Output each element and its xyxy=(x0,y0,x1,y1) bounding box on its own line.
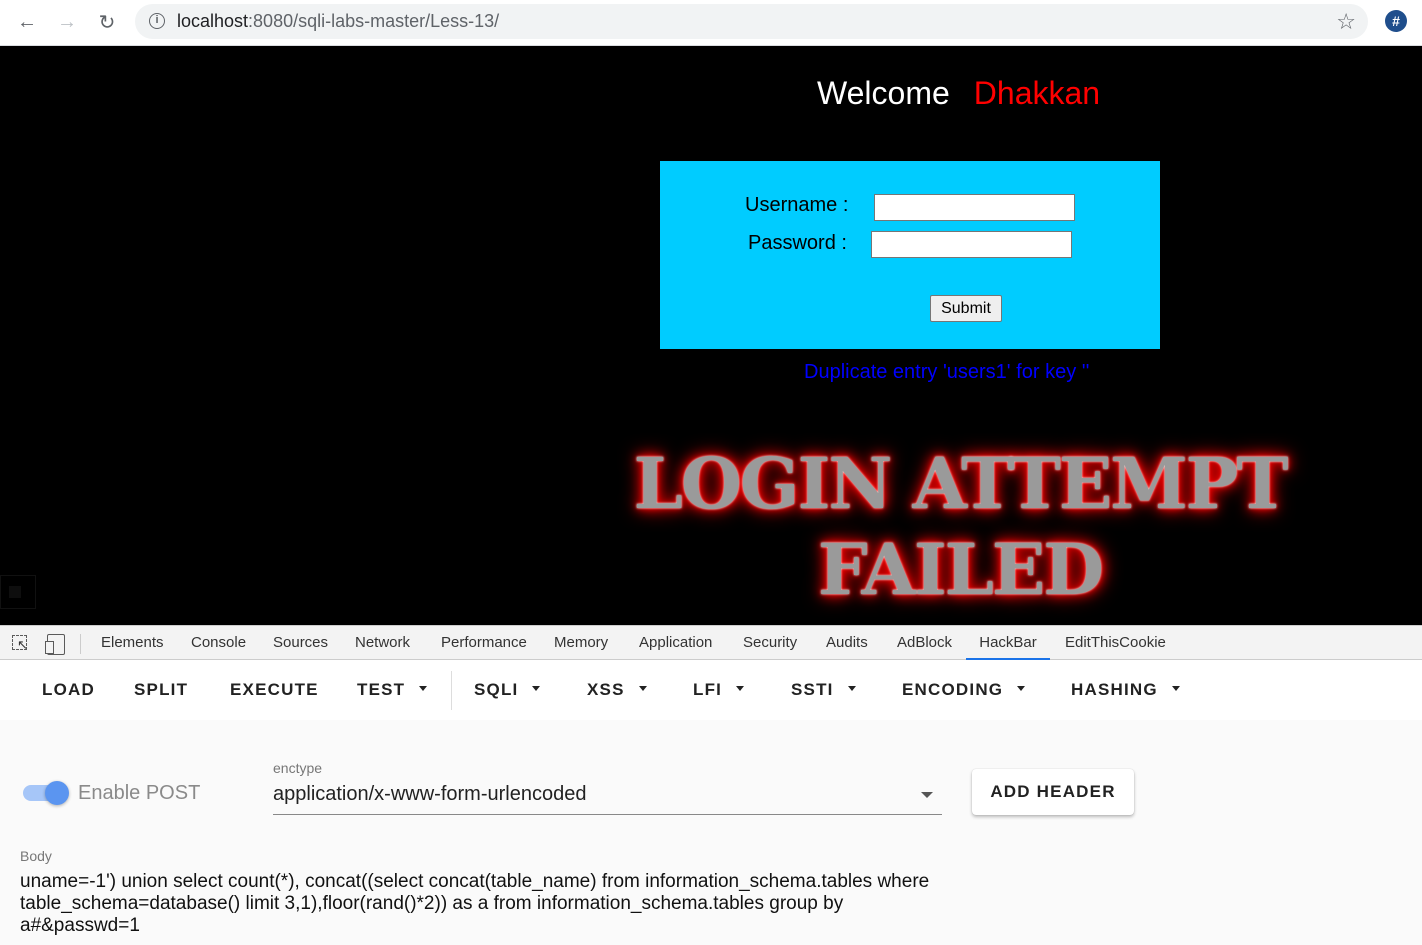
extension-hash-icon[interactable]: # xyxy=(1385,10,1407,32)
toolbar-divider xyxy=(451,671,452,710)
welcome-heading: Welcome Dhakkan xyxy=(817,75,1100,112)
tab-editthiscookie[interactable]: EditThisCookie xyxy=(1065,626,1166,660)
devtools-tab-bar: Elements Console Sources Network Perform… xyxy=(0,625,1422,660)
url-text[interactable]: localhost:8080/sqli-labs-master/Less-13/ xyxy=(177,11,499,32)
page-content: Welcome Dhakkan Username : Password : Sub… xyxy=(0,46,1422,625)
tab-network[interactable]: Network xyxy=(355,626,410,660)
hashing-menu-button[interactable]: HASHING xyxy=(1071,660,1180,720)
username-input[interactable] xyxy=(874,194,1075,221)
tab-console[interactable]: Console xyxy=(191,626,246,660)
tab-memory[interactable]: Memory xyxy=(554,626,608,660)
error-message: Duplicate entry 'users1' for key '' xyxy=(804,361,1090,383)
forward-arrow-icon[interactable]: → xyxy=(53,8,81,36)
welcome-word: Welcome xyxy=(817,75,950,111)
enctype-value: application/x-www-form-urlencoded xyxy=(273,783,587,805)
tab-performance[interactable]: Performance xyxy=(441,626,527,660)
tab-adblock[interactable]: AdBlock xyxy=(897,626,952,660)
test-menu-button[interactable]: TEST xyxy=(357,660,428,720)
enctype-label: enctype xyxy=(273,760,323,776)
tab-application[interactable]: Application xyxy=(639,626,712,660)
bookmark-star-icon[interactable]: ☆ xyxy=(1336,9,1356,35)
inspect-element-icon[interactable] xyxy=(12,635,30,653)
address-bar[interactable]: i localhost:8080/sqli-labs-master/Less-1… xyxy=(135,4,1368,39)
back-arrow-icon[interactable]: ← xyxy=(13,8,41,36)
encoding-menu-button[interactable]: ENCODING xyxy=(902,660,1026,720)
info-icon[interactable]: i xyxy=(149,13,165,29)
banner-line-2: FAILED xyxy=(818,528,1104,611)
caret-down-icon xyxy=(638,686,647,692)
caret-down-icon xyxy=(1171,686,1180,692)
caret-down-icon xyxy=(1017,686,1026,692)
xss-menu-button[interactable]: XSS xyxy=(587,660,647,720)
welcome-name: Dhakkan xyxy=(973,75,1101,111)
enable-post-toggle[interactable] xyxy=(23,781,69,805)
execute-button[interactable]: EXECUTE xyxy=(230,660,319,720)
username-label: Username : xyxy=(745,194,849,216)
body-textarea[interactable]: uname=-1') union select count(*), concat… xyxy=(20,871,940,937)
tab-security[interactable]: Security xyxy=(743,626,797,660)
submit-button[interactable]: Submit xyxy=(930,295,1002,322)
split-button[interactable]: SPLIT xyxy=(134,660,188,720)
tab-elements[interactable]: Elements xyxy=(101,626,164,660)
tab-sources[interactable]: Sources xyxy=(273,626,328,660)
sqli-menu-button[interactable]: SQLI xyxy=(474,660,541,720)
body-label: Body xyxy=(20,848,52,864)
toggle-knob[interactable] xyxy=(45,781,69,805)
tab-audits[interactable]: Audits xyxy=(826,626,868,660)
banner-line-1: LOGIN ATTEMPT xyxy=(633,442,1289,525)
hackbar-panel: Enable POST enctype application/x-www-fo… xyxy=(0,720,1422,945)
password-label: Password : xyxy=(748,232,847,254)
divider xyxy=(80,634,81,654)
browser-toolbar: ← → ↻ i localhost:8080/sqli-labs-master/… xyxy=(0,0,1422,46)
hackbar-toolbar: LOAD SPLIT EXECUTE TEST SQLI XSS LFI SST… xyxy=(0,660,1422,720)
corner-square xyxy=(0,575,36,609)
tab-hackbar[interactable]: HackBar xyxy=(966,626,1050,660)
caret-down-icon xyxy=(847,686,856,692)
caret-down-icon xyxy=(419,686,428,692)
enctype-select[interactable]: application/x-www-form-urlencoded xyxy=(273,780,942,815)
reload-icon[interactable]: ↻ xyxy=(93,8,121,36)
caret-down-icon xyxy=(532,686,541,692)
password-input[interactable] xyxy=(871,231,1072,258)
enable-post-label: Enable POST xyxy=(78,782,201,804)
device-toolbar-icon[interactable] xyxy=(45,634,65,655)
load-button[interactable]: LOAD xyxy=(42,660,95,720)
login-form: Username : Password : Submit xyxy=(660,161,1160,349)
login-failed-banner: LOGIN ATTEMPT FAILED xyxy=(560,441,1360,613)
add-header-button[interactable]: ADD HEADER xyxy=(972,769,1134,815)
dropdown-caret-icon[interactable] xyxy=(921,792,933,798)
caret-down-icon xyxy=(736,686,745,692)
lfi-menu-button[interactable]: LFI xyxy=(693,660,745,720)
ssti-menu-button[interactable]: SSTI xyxy=(791,660,856,720)
